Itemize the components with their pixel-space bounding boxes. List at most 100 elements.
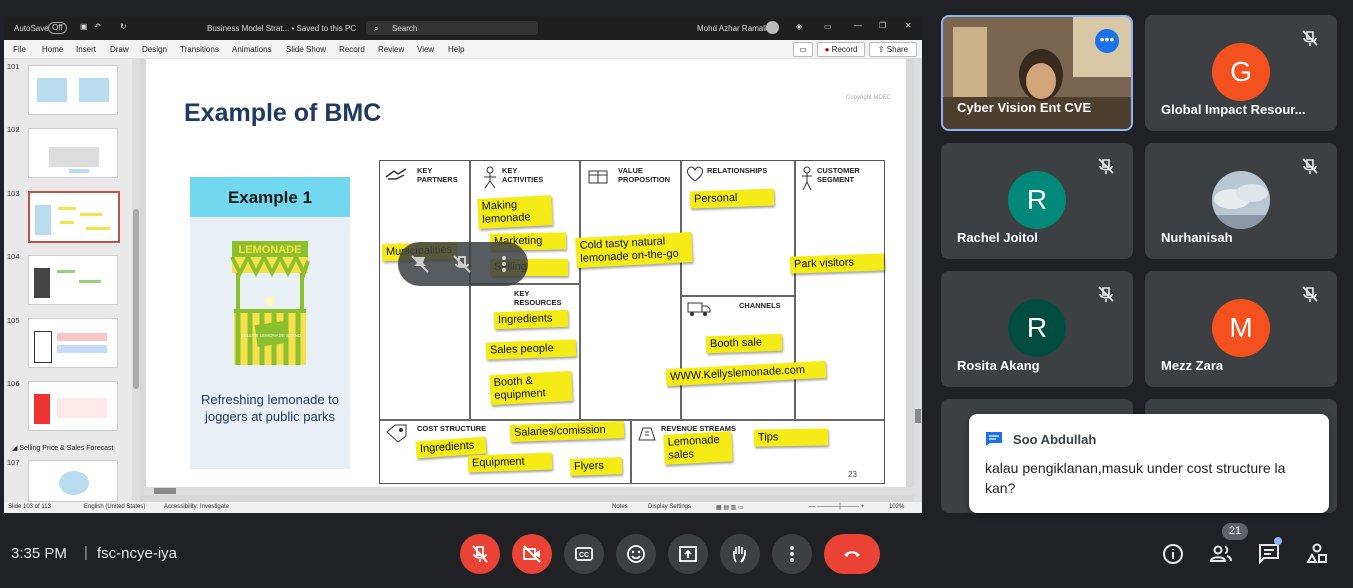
- participant-tile[interactable]: R Rachel Joitol: [941, 143, 1133, 259]
- label-value-proposition: VALUE PROPOSITION: [618, 166, 671, 184]
- menu-slide-show[interactable]: Slide Show: [286, 45, 326, 54]
- menu-draw[interactable]: Draw: [110, 45, 129, 54]
- slide-horizontal-scrollbar[interactable]: [144, 487, 914, 495]
- share-button[interactable]: ⇪ Share: [869, 42, 917, 57]
- autosave-toggle[interactable]: Off: [48, 22, 67, 34]
- status-zoom[interactable]: 102%: [889, 504, 904, 510]
- status-slide-counter: Slide 103 of 113: [8, 504, 51, 510]
- menu-review[interactable]: Review: [378, 45, 404, 54]
- people-icon[interactable]: [1209, 542, 1233, 566]
- record-button[interactable]: ● Record: [817, 42, 865, 57]
- search-icon: ⌕: [374, 24, 379, 33]
- chat-notification[interactable]: Soo Abdullah kalau pengiklanan,masuk und…: [969, 414, 1329, 513]
- menu-home[interactable]: Home: [42, 45, 63, 54]
- redo-icon[interactable]: ↻: [120, 22, 127, 31]
- menu-record[interactable]: Record: [339, 45, 365, 54]
- camera-toggle-button[interactable]: [512, 534, 552, 574]
- end-call-button[interactable]: [824, 534, 880, 574]
- note-park-visitors: Park visitors: [789, 253, 885, 274]
- status-language[interactable]: English (United States): [84, 504, 145, 510]
- mic-toggle-button[interactable]: [460, 534, 500, 574]
- share-icon: ⇪: [877, 45, 885, 54]
- thumb-number: 104: [7, 252, 20, 261]
- pin-off-icon[interactable]: [410, 254, 430, 274]
- menu-file[interactable]: File: [13, 45, 26, 54]
- menu-design[interactable]: Design: [142, 45, 167, 54]
- comments-button[interactable]: ▭: [793, 42, 813, 57]
- menu-transitions[interactable]: Transitions: [180, 45, 219, 54]
- search-box[interactable]: ⌕ Search: [366, 21, 538, 35]
- save-icon[interactable]: ▣: [80, 22, 88, 31]
- more-options-icon[interactable]: [500, 254, 508, 274]
- undo-icon[interactable]: ↶: [94, 22, 101, 31]
- share-button-label: Share: [886, 45, 909, 54]
- note-equipment: Equipment: [467, 452, 553, 473]
- designer-icon[interactable]: ◈: [796, 22, 802, 31]
- close-icon[interactable]: ✕: [905, 21, 912, 30]
- raise-hand-button[interactable]: [720, 534, 760, 574]
- activities-person-icon: [484, 166, 496, 189]
- slide-thumbnails[interactable]: 101 102 103 104 105 106 ◢ Selling Price …: [4, 59, 132, 502]
- present-icon: [679, 546, 697, 562]
- participant-name: Rosita Akang: [957, 358, 1040, 373]
- status-accessibility[interactable]: Accessibility: Investigate: [164, 504, 229, 510]
- label-relationships: RELATIONSHIPS: [707, 166, 768, 175]
- slide-vertical-scrollbar[interactable]: [914, 59, 922, 502]
- avatar: R: [1008, 171, 1066, 229]
- thumbnail-scrollbar[interactable]: [132, 59, 140, 502]
- thumbnail-101[interactable]: [28, 65, 118, 115]
- status-notes[interactable]: Notes: [612, 504, 628, 510]
- participant-tile-video[interactable]: ••• Cyber Vision Ent CVE: [941, 15, 1133, 131]
- more-options-button[interactable]: [772, 534, 812, 574]
- present-button[interactable]: [668, 534, 708, 574]
- maximize-icon[interactable]: ❐: [879, 21, 886, 30]
- avatar: R: [1008, 299, 1066, 357]
- participant-tile[interactable]: G Global Impact Resour...: [1145, 15, 1337, 131]
- cost-tag-icon: [386, 424, 407, 443]
- chat-icon[interactable]: [1257, 542, 1281, 566]
- slide-title: Example of BMC: [184, 99, 382, 127]
- thumb-number: 102: [7, 125, 20, 134]
- participant-tile[interactable]: R Rosita Akang: [941, 271, 1133, 387]
- participant-tile[interactable]: M Mezz Zara: [1145, 271, 1337, 387]
- menu-view[interactable]: View: [417, 45, 434, 54]
- captions-button[interactable]: CC: [564, 534, 604, 574]
- meeting-code: fsc-ncye-iya: [97, 545, 178, 562]
- captions-icon: CC: [575, 547, 593, 561]
- svg-text:CC: CC: [579, 552, 589, 559]
- menu-animations[interactable]: Animations: [232, 45, 272, 54]
- search-placeholder: Search: [392, 24, 418, 33]
- thumbnail-105[interactable]: [28, 318, 118, 368]
- thumb-number: 105: [7, 316, 20, 325]
- status-display-settings[interactable]: Display Settings: [648, 504, 691, 510]
- label-cost-structure: COST STRUCTURE: [417, 424, 487, 433]
- end-call-icon: [844, 551, 860, 557]
- participant-tile[interactable]: Nurhanisah: [1145, 143, 1337, 259]
- thumbnail-102[interactable]: [28, 128, 118, 178]
- thumbnail-106[interactable]: [28, 381, 118, 431]
- emoji-button[interactable]: [616, 534, 656, 574]
- note-flyers: Flyers: [569, 457, 623, 476]
- slide-canvas[interactable]: Copyright MDEC Example of BMC Example 1 …: [146, 59, 906, 492]
- mute-participant-icon[interactable]: [452, 254, 472, 274]
- user-avatar[interactable]: [766, 21, 779, 34]
- thumbnail-107[interactable]: [28, 460, 118, 502]
- thumbnail-103-selected[interactable]: [28, 191, 120, 243]
- lemonade-stand-image: LEMONADE KELLY'S LEMONADE STAND: [230, 241, 310, 365]
- menu-insert[interactable]: Insert: [76, 45, 96, 54]
- chat-unread-dot: [1274, 537, 1282, 545]
- slide-page-number: 23: [848, 470, 857, 479]
- info-icon[interactable]: [1161, 542, 1185, 566]
- zoom-slider[interactable]: — ─────┼──── +: [809, 504, 864, 510]
- thumbnail-104[interactable]: [28, 255, 118, 305]
- section-header[interactable]: ◢ Selling Price & Sales Forecast: [12, 444, 113, 452]
- label-key-partners: KEY PARTNERS: [417, 166, 458, 184]
- view-normal-icon[interactable]: ▦ ▤ ▥ ▭: [716, 504, 744, 511]
- menu-help[interactable]: Help: [448, 45, 464, 54]
- ribbon-display-icon[interactable]: ▭: [824, 22, 832, 31]
- activities-icon[interactable]: [1305, 542, 1329, 566]
- tile-more-icon[interactable]: •••: [1095, 29, 1119, 53]
- note-salaries: Salaries/comission: [509, 421, 625, 442]
- thumb-number: 103: [7, 189, 20, 198]
- minimize-icon[interactable]: —: [854, 21, 862, 30]
